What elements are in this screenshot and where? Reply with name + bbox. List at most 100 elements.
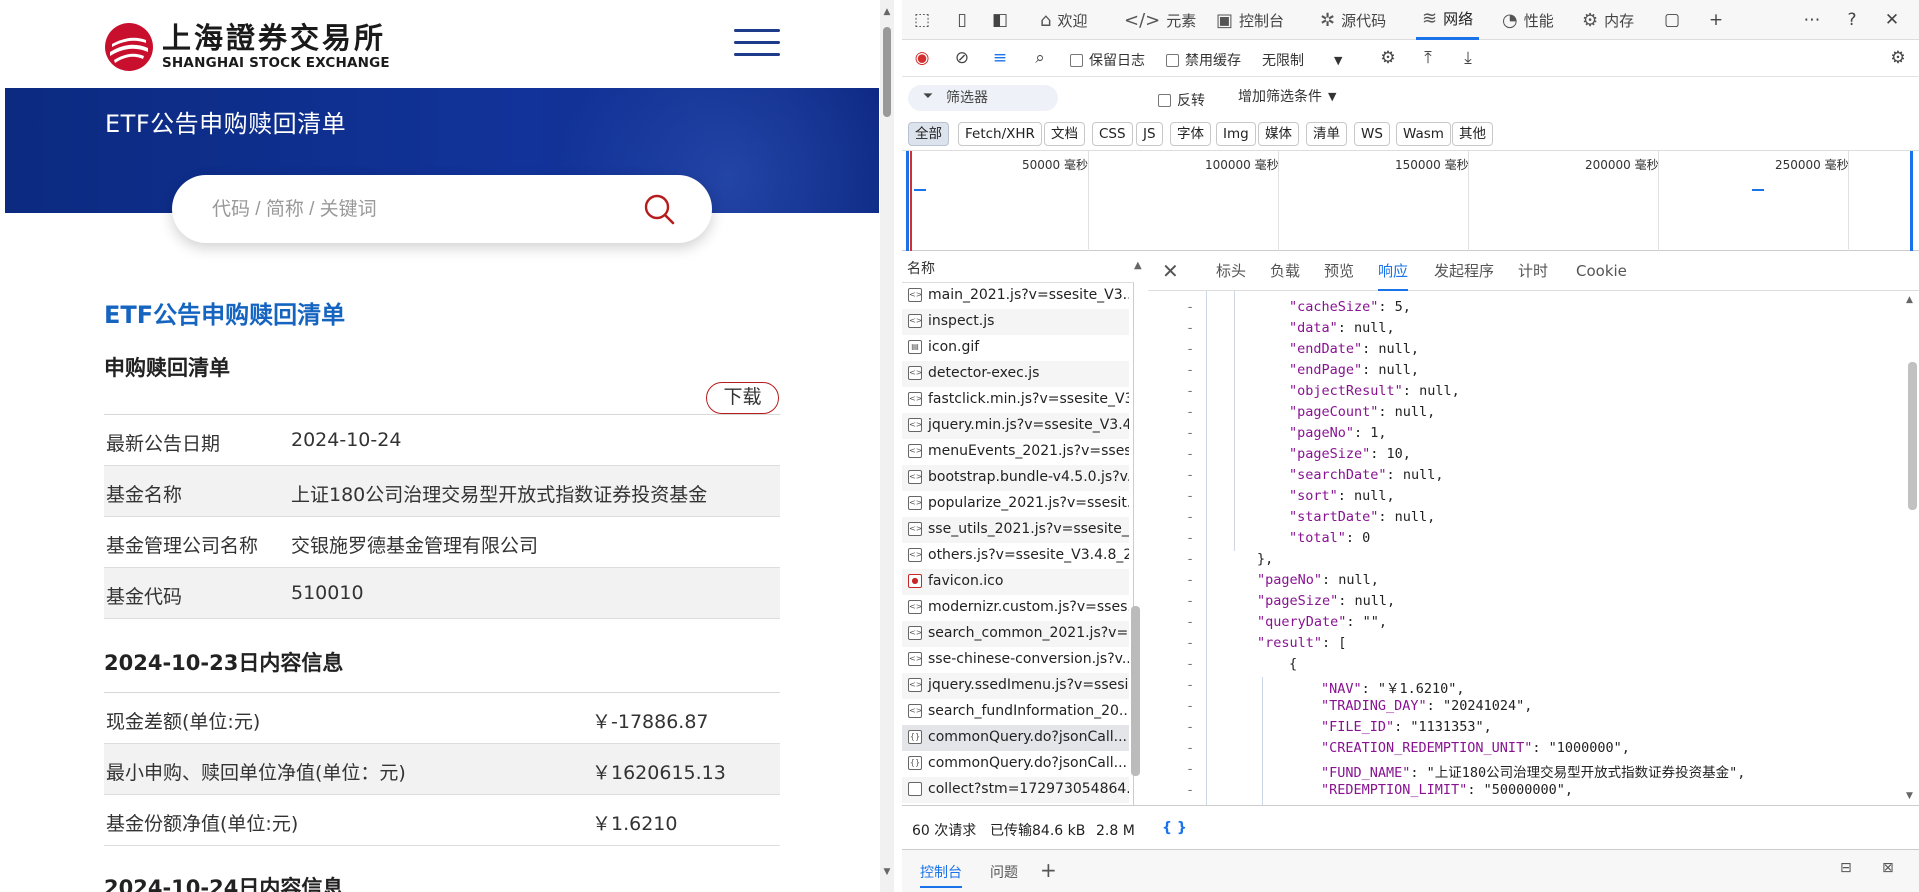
dock-icon[interactable]: ⊟ xyxy=(1840,860,1852,876)
add-drawer-tab-icon[interactable]: + xyxy=(1040,858,1057,882)
throttle-select[interactable]: 无限制 ▼ xyxy=(1262,50,1342,70)
tab-headers[interactable]: 标头 xyxy=(1216,251,1246,291)
download-button[interactable]: 下载 xyxy=(706,382,779,414)
scroll-down-icon[interactable]: ▼ xyxy=(881,866,893,878)
request-list-scrollbar-thumb[interactable] xyxy=(1131,606,1140,776)
list-item[interactable]: {} commonQuery.do?jsonCall... xyxy=(902,751,1129,777)
type-other[interactable]: 其他 xyxy=(1452,122,1493,146)
list-item[interactable]: <> jquery.ssedImenu.js?v=ssesi... xyxy=(902,673,1129,699)
help-icon[interactable]: ? xyxy=(1840,8,1864,32)
list-item[interactable]: <> popularize_2021.js?v=ssesit... xyxy=(902,491,1129,517)
request-name: jquery.min.js?v=ssesite_V3.4... xyxy=(928,417,1129,433)
response-code-viewer[interactable]: - "cacheSize": 5, - "data": null, - "endDate"… xyxy=(1148,291,1903,805)
more-options-icon[interactable]: ⋯ xyxy=(1800,8,1824,32)
type-media[interactable]: 媒体 xyxy=(1258,122,1299,146)
list-item[interactable]: <> sse_utils_2021.js?v=ssesite_... xyxy=(902,517,1129,543)
tab-initiator[interactable]: 发起程序 xyxy=(1434,251,1494,291)
preserve-log-checkbox[interactable]: 保留日志 xyxy=(1070,50,1145,70)
list-item[interactable]: <> modernizr.custom.js?v=sses... xyxy=(902,595,1129,621)
search-icon[interactable]: ⌕ xyxy=(1028,46,1052,70)
type-wasm[interactable]: Wasm xyxy=(1396,122,1451,146)
tab-cookie[interactable]: Cookie xyxy=(1576,251,1627,291)
sort-icon[interactable]: ▲ xyxy=(1134,260,1142,271)
scrollbar-thumb[interactable] xyxy=(883,27,891,117)
network-conditions-icon[interactable]: ⚙ xyxy=(1376,46,1400,70)
invert-checkbox[interactable]: 反转 xyxy=(1158,90,1205,110)
code-scrollbar-thumb[interactable] xyxy=(1908,362,1917,510)
list-item[interactable]: ▤ icon.gif xyxy=(902,335,1129,361)
scroll-up-icon[interactable]: ▲ xyxy=(881,6,893,18)
tab-performance[interactable]: ◔ 性能 xyxy=(1502,0,1554,40)
settings-gear-icon[interactable]: ⚙ xyxy=(1886,46,1910,70)
more-filters-dropdown[interactable]: 增加筛选条件 ▼ xyxy=(1238,86,1336,106)
inspect-element-icon[interactable]: ⬚ xyxy=(910,8,934,32)
list-item[interactable]: <> detector-exec.js xyxy=(902,361,1129,387)
network-timeline[interactable]: 50000 毫秒 100000 毫秒 150000 毫秒 200000 毫秒 2… xyxy=(902,151,1919,251)
code-text: "startDate": null, xyxy=(1289,509,1436,525)
tab-console[interactable]: ▣ 控制台 xyxy=(1216,0,1284,40)
type-fetch-xhr[interactable]: Fetch/XHR xyxy=(958,122,1042,146)
more-filters-label: 增加筛选条件 xyxy=(1238,89,1322,105)
line-gutter-mark: - xyxy=(1186,782,1195,798)
type-img[interactable]: Img xyxy=(1216,122,1256,146)
scroll-up-icon[interactable]: ▲ xyxy=(1906,295,1913,305)
drawer-tab-issues[interactable]: 问题 xyxy=(990,862,1018,882)
clear-icon[interactable]: ⊘ xyxy=(950,46,974,70)
list-item[interactable]: <> sse-chinese-conversion.js?v... xyxy=(902,647,1129,673)
tab-sources[interactable]: ✲ 源代码 xyxy=(1320,0,1386,40)
timeline-marker-blue xyxy=(906,151,909,251)
search-icon[interactable] xyxy=(642,192,676,226)
tab-timing[interactable]: 计时 xyxy=(1518,251,1548,291)
tab-preview[interactable]: 预览 xyxy=(1324,251,1354,291)
type-doc[interactable]: 文档 xyxy=(1044,122,1085,146)
window-icon[interactable]: ▢ xyxy=(1660,8,1684,32)
hamburger-menu-icon[interactable] xyxy=(734,29,780,57)
drawer-tab-console[interactable]: 控制台 xyxy=(920,862,962,888)
page-scrollbar[interactable]: ▲ ▼ xyxy=(880,0,894,892)
device-emulation-icon[interactable]: ▯ xyxy=(950,8,974,32)
disable-cache-checkbox[interactable]: 禁用缓存 xyxy=(1166,50,1241,70)
close-icon[interactable]: ✕ xyxy=(1880,8,1904,32)
list-item[interactable]: <> menuEvents_2021.js?v=sses... xyxy=(902,439,1129,465)
tab-payload[interactable]: 负载 xyxy=(1270,251,1300,291)
type-ws[interactable]: WS xyxy=(1354,122,1390,146)
search-input[interactable] xyxy=(212,195,612,225)
list-item[interactable]: <> others.js?v=ssesite_V3.4.8_2... xyxy=(902,543,1129,569)
list-item-selected[interactable]: {} commonQuery.do?jsonCall... xyxy=(902,725,1129,751)
type-manifest[interactable]: 清单 xyxy=(1306,122,1347,146)
close-panel-icon[interactable]: ✕ xyxy=(1162,251,1179,291)
add-tab-icon[interactable]: + xyxy=(1704,8,1728,32)
list-item[interactable]: <> fastclick.min.js?v=ssesite_V3... xyxy=(902,387,1129,413)
list-item[interactable]: <> search_fundInformation_20... xyxy=(902,699,1129,725)
filter-icon[interactable]: ≡ xyxy=(988,46,1012,70)
list-item[interactable]: <> inspect.js xyxy=(902,309,1129,335)
timeline-handle[interactable] xyxy=(1910,151,1913,251)
tab-response[interactable]: 响应 xyxy=(1378,251,1409,291)
timeline-label: 100000 毫秒 xyxy=(1205,158,1279,172)
tab-elements[interactable]: </> 元素 xyxy=(1124,0,1196,40)
tab-network[interactable]: ≋ 网络 xyxy=(1416,0,1480,40)
pretty-print-icon[interactable]: { } xyxy=(1162,820,1187,836)
list-item[interactable]: <> jquery.min.js?v=ssesite_V3.4... xyxy=(902,413,1129,439)
download-icon[interactable]: ⤓ xyxy=(1456,46,1480,70)
list-item[interactable]: <> bootstrap.bundle-v4.5.0.js?v... xyxy=(902,465,1129,491)
code-scrollbar[interactable]: ▲ ▼ xyxy=(1903,291,1919,805)
scroll-down-icon[interactable]: ▼ xyxy=(1906,791,1913,801)
upload-icon[interactable]: ⤒ xyxy=(1416,46,1440,70)
type-all[interactable]: 全部 xyxy=(908,122,949,146)
tab-welcome[interactable]: ⌂ 欢迎 xyxy=(1040,0,1087,40)
record-icon[interactable]: ◉ xyxy=(910,46,934,70)
sidebar-toggle-icon[interactable]: ◧ xyxy=(988,8,1012,32)
type-font[interactable]: 字体 xyxy=(1170,122,1211,146)
list-item[interactable]: collect?stm=172973054864... xyxy=(902,777,1129,803)
type-css[interactable]: CSS xyxy=(1092,122,1133,146)
type-js[interactable]: JS xyxy=(1136,122,1163,146)
undock-icon[interactable]: ⊠ xyxy=(1882,860,1894,876)
list-item[interactable]: <> search_common_2021.js?v=... xyxy=(902,621,1129,647)
panel-divider[interactable] xyxy=(894,0,902,892)
website-viewport: 上海證券交易所 SHANGHAI STOCK EXCHANGE ETF公告申购赎… xyxy=(0,0,880,892)
list-item[interactable]: ● favicon.ico xyxy=(902,569,1129,595)
tab-memory[interactable]: ⚙ 内存 xyxy=(1582,0,1634,40)
sse-logo[interactable]: 上海證券交易所 SHANGHAI STOCK EXCHANGE xyxy=(104,22,390,72)
list-item[interactable]: <> main_2021.js?v=ssesite_V3.... xyxy=(902,283,1129,309)
